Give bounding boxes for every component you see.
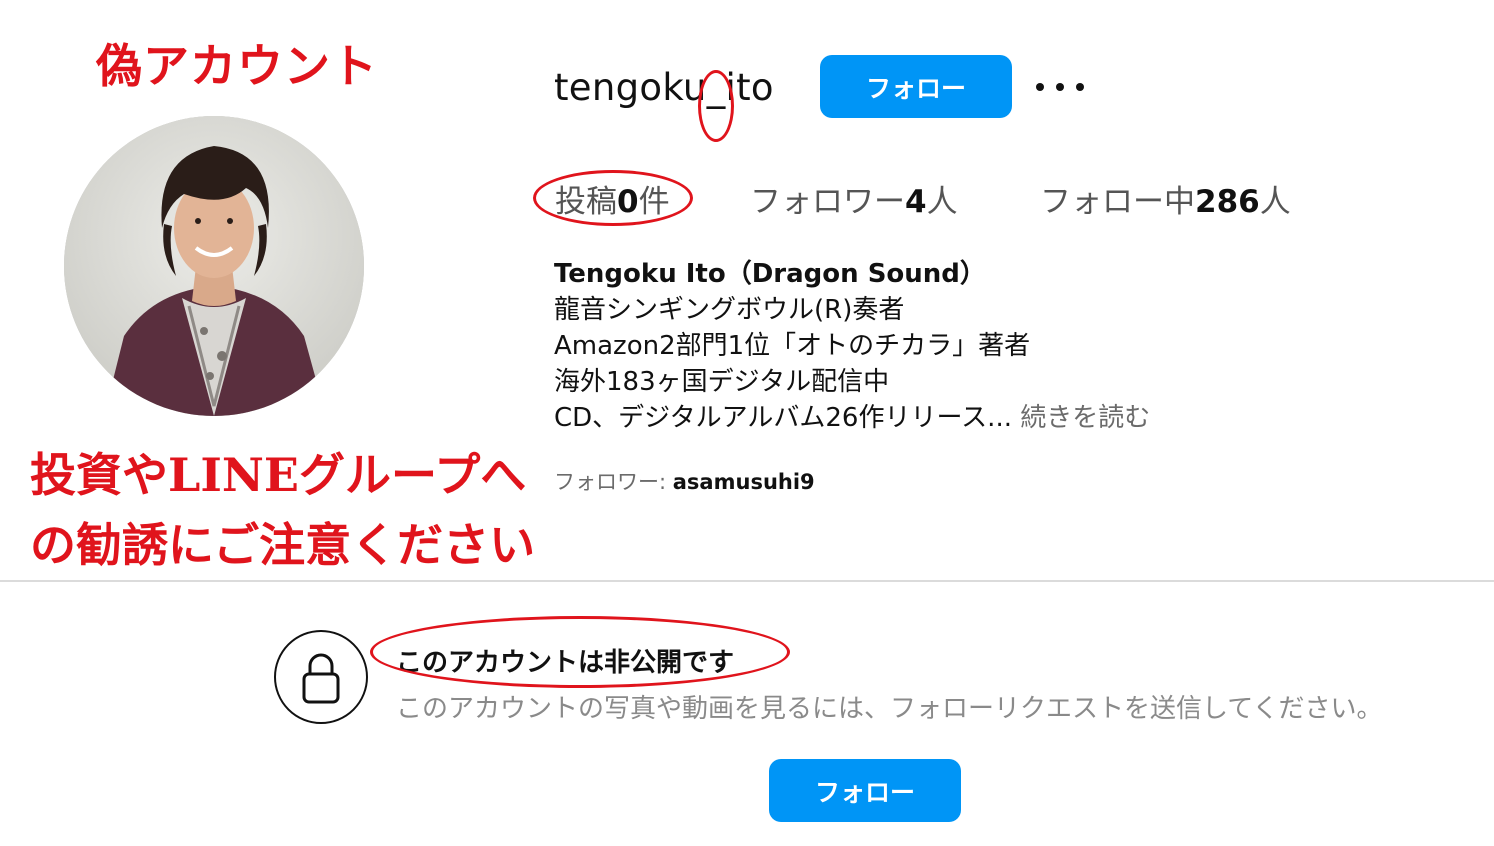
lock-icon-circle (274, 630, 368, 724)
bio-line-4: CD、デジタルアルバム26作リリース... (554, 403, 1012, 433)
followers-unit: 人 (926, 184, 958, 220)
bio-display-name: Tengoku Ito（Dragon Sound） (554, 259, 986, 289)
posts-label: 投稿 (555, 184, 617, 220)
lock-icon (302, 653, 340, 704)
followers-label: フォロワー (750, 184, 905, 220)
scam-warning-line-1: 投資やLINEグループへ (30, 448, 527, 502)
private-account-title: このアカウントは非公開です (396, 648, 735, 678)
profile-photo (64, 116, 364, 416)
more-options-icon[interactable] (1036, 72, 1084, 102)
scam-warning-message: 投資やLINEグループへ の勧誘にご注意ください (30, 440, 550, 580)
read-more-link[interactable]: 続きを読む (1020, 403, 1150, 433)
followers-count: 4 (905, 184, 927, 220)
private-account-description: このアカウントの写真や動画を見るには、フォローリクエストを送信してください。 (396, 694, 1383, 724)
follow-button[interactable]: フォロー (820, 55, 1012, 118)
username-underscore: _ (706, 66, 726, 109)
follow-request-button[interactable]: フォロー (769, 759, 961, 822)
bio-line-4-row: CD、デジタルアルバム26作リリース... 続きを読む (554, 400, 1150, 436)
username-part-1: tengoku (554, 66, 707, 109)
followed-by-label: フォロワー: (554, 470, 673, 494)
username-part-2: ito (725, 66, 774, 109)
posts-count: 0 (617, 184, 639, 220)
stat-posts: 投稿0件 (555, 176, 670, 221)
profile-username: tengoku_ito (554, 66, 774, 109)
following-unit: 人 (1259, 184, 1291, 220)
posts-unit: 件 (638, 184, 670, 220)
scam-warning-line-2: の勧誘にご注意ください (30, 518, 536, 572)
following-label: フォロー中 (1040, 184, 1195, 220)
bio-line-2: Amazon2部門1位「オトのチカラ」著者 (554, 331, 1031, 361)
stat-followers[interactable]: フォロワー4人 (750, 176, 958, 221)
section-divider (0, 580, 1494, 582)
bio-line-1: 龍音シンギングボウル(R)奏者 (554, 295, 905, 325)
stat-following[interactable]: フォロー中286人 (1040, 176, 1291, 221)
profile-bio: Tengoku Ito（Dragon Sound） 龍音シンギングボウル(R)奏… (554, 256, 1150, 436)
more-dot (1076, 83, 1084, 91)
followed-by-user[interactable]: asamusuhi9 (673, 470, 815, 494)
fake-account-warning-title: 偽アカウント (96, 39, 378, 93)
more-dot (1036, 83, 1044, 91)
more-dot (1056, 83, 1064, 91)
following-count: 286 (1195, 184, 1260, 220)
profile-avatar (64, 116, 364, 416)
bio-line-3: 海外183ヶ国デジタル配信中 (554, 367, 890, 397)
followed-by: フォロワー: asamusuhi9 (554, 466, 815, 496)
